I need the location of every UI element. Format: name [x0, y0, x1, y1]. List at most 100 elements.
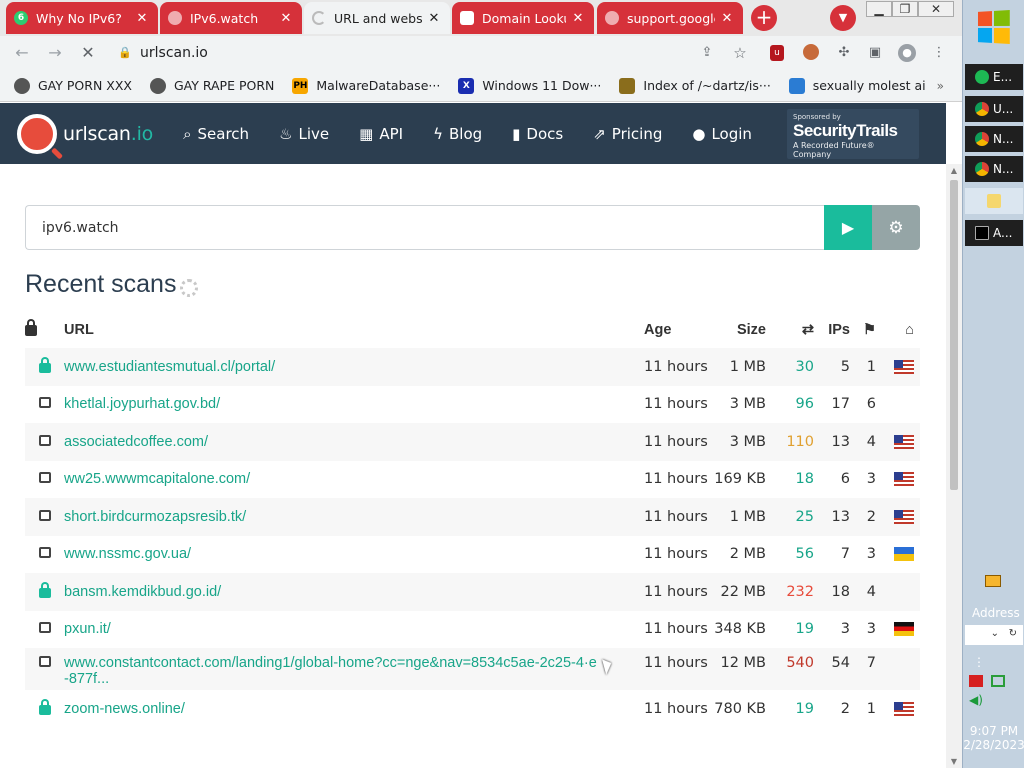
table-row[interactable]: khetlal.joypurhat.gov.bd/11 hours 3 MB 96 1… [25, 386, 920, 424]
taskbar-item-chrome-1[interactable]: U... [965, 96, 1023, 122]
volume-icon[interactable]: ◀) [969, 693, 1019, 707]
scan-requests: 19 [795, 621, 814, 638]
nav-login[interactable]: ● Login [692, 125, 752, 143]
close-icon[interactable]: ✕ [719, 11, 735, 26]
nav-blog[interactable]: ϟ Blog [433, 125, 482, 143]
tab-support-google[interactable]: support.google ✕ [597, 2, 743, 34]
scan-url-input[interactable] [25, 205, 824, 250]
tab-domain-lookup[interactable]: Domain Lookup ✕ [452, 2, 594, 34]
nav-search[interactable]: ⌕ Search [183, 125, 249, 143]
share-icon[interactable]: ⇪ [698, 44, 716, 62]
nav-live[interactable]: ♨ Live [279, 125, 329, 143]
page-scrollbar[interactable]: ▲ ▼ [946, 164, 962, 768]
scan-url-link[interactable]: zoom-news.online/ [64, 690, 644, 728]
bookmark-item[interactable]: PH MalwareDatabase··· [292, 77, 440, 94]
address-url[interactable]: urlscan.io [140, 45, 208, 61]
table-row[interactable]: zoom-news.online/11 hours 780 KB 19 2 1 [25, 690, 920, 728]
bookmark-item[interactable]: GAY PORN XXX [14, 77, 132, 94]
address-toolbar-input[interactable]: ⌄ ↻ [965, 625, 1023, 645]
lock-icon[interactable]: 🔒 [118, 46, 132, 60]
close-icon[interactable]: ✕ [426, 11, 442, 26]
tab-why-no-ipv6[interactable]: 6 Why No IPv6? ✕ [6, 2, 158, 34]
table-row[interactable]: bansm.kemdikbud.go.id/11 hours 22 MB 232 18… [25, 573, 920, 611]
scan-url-link[interactable]: www.estudiantesmutual.cl/portal/ [64, 348, 644, 386]
scroll-up-icon[interactable]: ▲ [949, 166, 959, 175]
bookmark-item[interactable]: X Windows 11 Dow··· [458, 77, 601, 94]
scan-options-button[interactable]: ⚙ [872, 205, 920, 250]
restore-button[interactable]: ❐ [892, 1, 918, 17]
taskbar-item-explorer[interactable] [965, 188, 1023, 214]
nav-docs[interactable]: ▮ Docs [512, 125, 563, 143]
tab-urlscan[interactable]: URL and website ✕ [304, 2, 450, 34]
scan-url-link[interactable]: www.nssmc.gov.ua/ [64, 536, 644, 574]
scan-countries: 3 [866, 546, 876, 563]
scan-url-link[interactable]: associatedcoffee.com/ [64, 423, 644, 461]
scan-size: 169 KB [714, 471, 766, 488]
menu-dots-icon[interactable]: ⋮ [930, 44, 948, 62]
site-logo[interactable]: urlscan.io [17, 113, 154, 154]
tab-ipv6-watch[interactable]: IPv6.watch ✕ [160, 2, 302, 34]
table-row[interactable]: www.constantcontact.com/landing1/global-… [25, 648, 920, 690]
refresh-icon[interactable]: ↻ [1009, 628, 1017, 639]
flag-notification-icon[interactable] [969, 675, 983, 687]
bookmark-item[interactable]: sexually molest ai [788, 77, 926, 94]
taskbar-item-chrome-3[interactable]: N... [965, 156, 1023, 182]
extension-avatar-icon[interactable] [803, 44, 819, 60]
scan-size: 780 KB [714, 700, 766, 717]
nav-pricing[interactable]: ⇗ Pricing [593, 125, 662, 143]
close-icon[interactable]: ✕ [134, 11, 150, 26]
extensions-puzzle-icon[interactable]: ✣ [835, 44, 853, 62]
close-icon[interactable]: ✕ [278, 11, 294, 26]
table-row[interactable]: ww25.wwwmcapitalone.com/11 hours 169 KB 18… [25, 461, 920, 499]
table-row[interactable]: associatedcoffee.com/11 hours 3 MB 110 13 4 [25, 423, 920, 461]
logo-tld: .io [130, 122, 154, 145]
bookmark-item[interactable]: GAY RAPE PORN [149, 77, 274, 94]
back-icon[interactable]: ← [12, 43, 32, 63]
tab-search-button[interactable]: ▼ [830, 5, 856, 31]
side-panel-icon[interactable]: ▣ [866, 44, 884, 62]
close-icon[interactable]: ✕ [570, 11, 586, 26]
taskbar-item-cmd[interactable]: A... [965, 220, 1023, 246]
taskbar-item-spotify[interactable]: E... [965, 64, 1023, 90]
scan-age: 11 hours [644, 546, 708, 563]
clock-date: 2/28/2023 [963, 738, 1024, 752]
omnibox[interactable]: 🔒 urlscan.io [106, 39, 766, 67]
scan-url-link[interactable]: bansm.kemdikbud.go.id/ [64, 573, 644, 611]
ublock-icon[interactable]: u [770, 45, 784, 61]
table-row[interactable]: www.estudiantesmutual.cl/portal/11 hours… [25, 348, 920, 386]
submit-scan-button[interactable]: ▶ [824, 205, 872, 250]
scan-url-link[interactable]: pxun.it/ [64, 611, 644, 649]
scroll-down-icon[interactable]: ▼ [949, 757, 959, 766]
table-row[interactable]: www.nssmc.gov.ua/11 hours 2 MB 56 7 3 [25, 536, 920, 574]
new-tab-button[interactable]: + [751, 5, 777, 31]
sponsor-banner[interactable]: Sponsored by SecurityTrails A Recorded F… [787, 109, 919, 159]
scan-url-link[interactable]: ww25.wwwmcapitalone.com/ [64, 461, 644, 499]
minimize-button[interactable]: ▁ [866, 1, 892, 17]
network-icon[interactable] [991, 675, 1005, 687]
de-flag-icon [876, 611, 920, 649]
tray-overflow-icon[interactable]: ⋮ [973, 655, 1019, 669]
scrollbar-thumb[interactable] [950, 180, 958, 490]
scan-size: 22 MB [714, 573, 766, 611]
table-row[interactable]: pxun.it/11 hours 348 KB 19 3 3 [25, 611, 920, 649]
scan-url-link[interactable]: www.constantcontact.com/landing1/global-… [64, 648, 644, 690]
favicon-icon: 6 [14, 11, 28, 25]
scan-url-link[interactable]: khetlal.joypurhat.gov.bd/ [64, 386, 644, 424]
taskbar-item-chrome-2[interactable]: N... [965, 126, 1023, 152]
scan-size: 1 MB [714, 498, 766, 536]
start-button[interactable] [977, 10, 1010, 44]
forward-icon[interactable]: → [45, 43, 65, 63]
chevron-down-icon[interactable]: ⌄ [991, 628, 999, 639]
bookmark-item[interactable]: Index of /~dartz/is··· [619, 77, 771, 94]
sponsor-tagline: A Recorded Future® Company [793, 141, 875, 159]
taskbar-clock[interactable]: 9:07 PM 2/28/2023 [963, 724, 1024, 752]
stop-icon[interactable]: ✕ [78, 43, 98, 63]
nav-api[interactable]: ▦ API [359, 125, 403, 143]
table-row[interactable]: short.birdcurmozapsresib.tk/11 hours 1 MB… [25, 498, 920, 536]
profile-icon[interactable]: ● [898, 44, 916, 62]
bookmarks-overflow-icon[interactable]: » [937, 79, 944, 93]
scan-url-link[interactable]: short.birdcurmozapsresib.tk/ [64, 498, 644, 536]
keyboard-icon[interactable] [985, 575, 1001, 587]
bookmark-star-icon[interactable]: ☆ [731, 44, 749, 62]
close-window-button[interactable]: ✕ [918, 1, 954, 17]
